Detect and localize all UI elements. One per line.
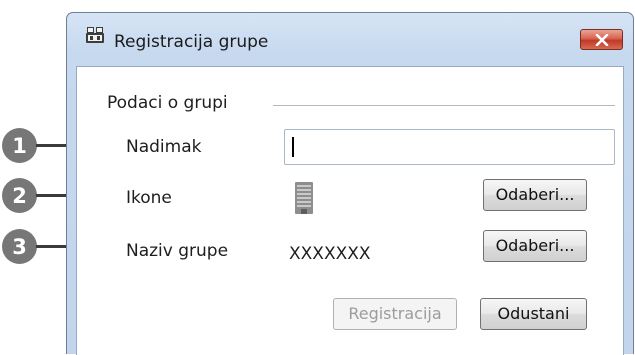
window-title: Registracija grupe [114, 32, 269, 52]
cancel-button[interactable]: Odustani [480, 298, 587, 330]
group-name-select-button[interactable]: Odaberi... [483, 230, 587, 262]
building-icon [294, 181, 314, 219]
title-bar[interactable]: Registracija grupe [67, 13, 633, 53]
nickname-input[interactable] [284, 129, 615, 165]
text-caret [292, 137, 294, 157]
callout-1: 1 [2, 128, 37, 163]
register-button[interactable]: Registracija [333, 298, 457, 330]
group-divider [273, 105, 615, 106]
callout-2: 2 [2, 178, 37, 213]
group-registration-icon [85, 26, 105, 44]
dialog-content: Podaci o grupi Nadimak Ikone Odaberi... … [76, 66, 624, 355]
close-button[interactable] [580, 29, 623, 50]
nickname-label: Nadimak [126, 137, 202, 157]
icons-label: Ikone [126, 188, 172, 208]
group-name-label: Naziv grupe [126, 241, 229, 261]
callout-3-number: 3 [12, 234, 27, 259]
group-name-value: XXXXXXX [289, 244, 371, 264]
group-info-label: Podaci o grupi [107, 93, 228, 113]
icons-select-button[interactable]: Odaberi... [483, 179, 587, 211]
callout-2-number: 2 [12, 183, 27, 208]
close-x-icon [595, 33, 609, 46]
dialog-window: Registracija grupe Podaci o grupi Nadima… [66, 12, 634, 355]
callout-1-number: 1 [12, 133, 27, 158]
callout-3: 3 [2, 229, 37, 264]
